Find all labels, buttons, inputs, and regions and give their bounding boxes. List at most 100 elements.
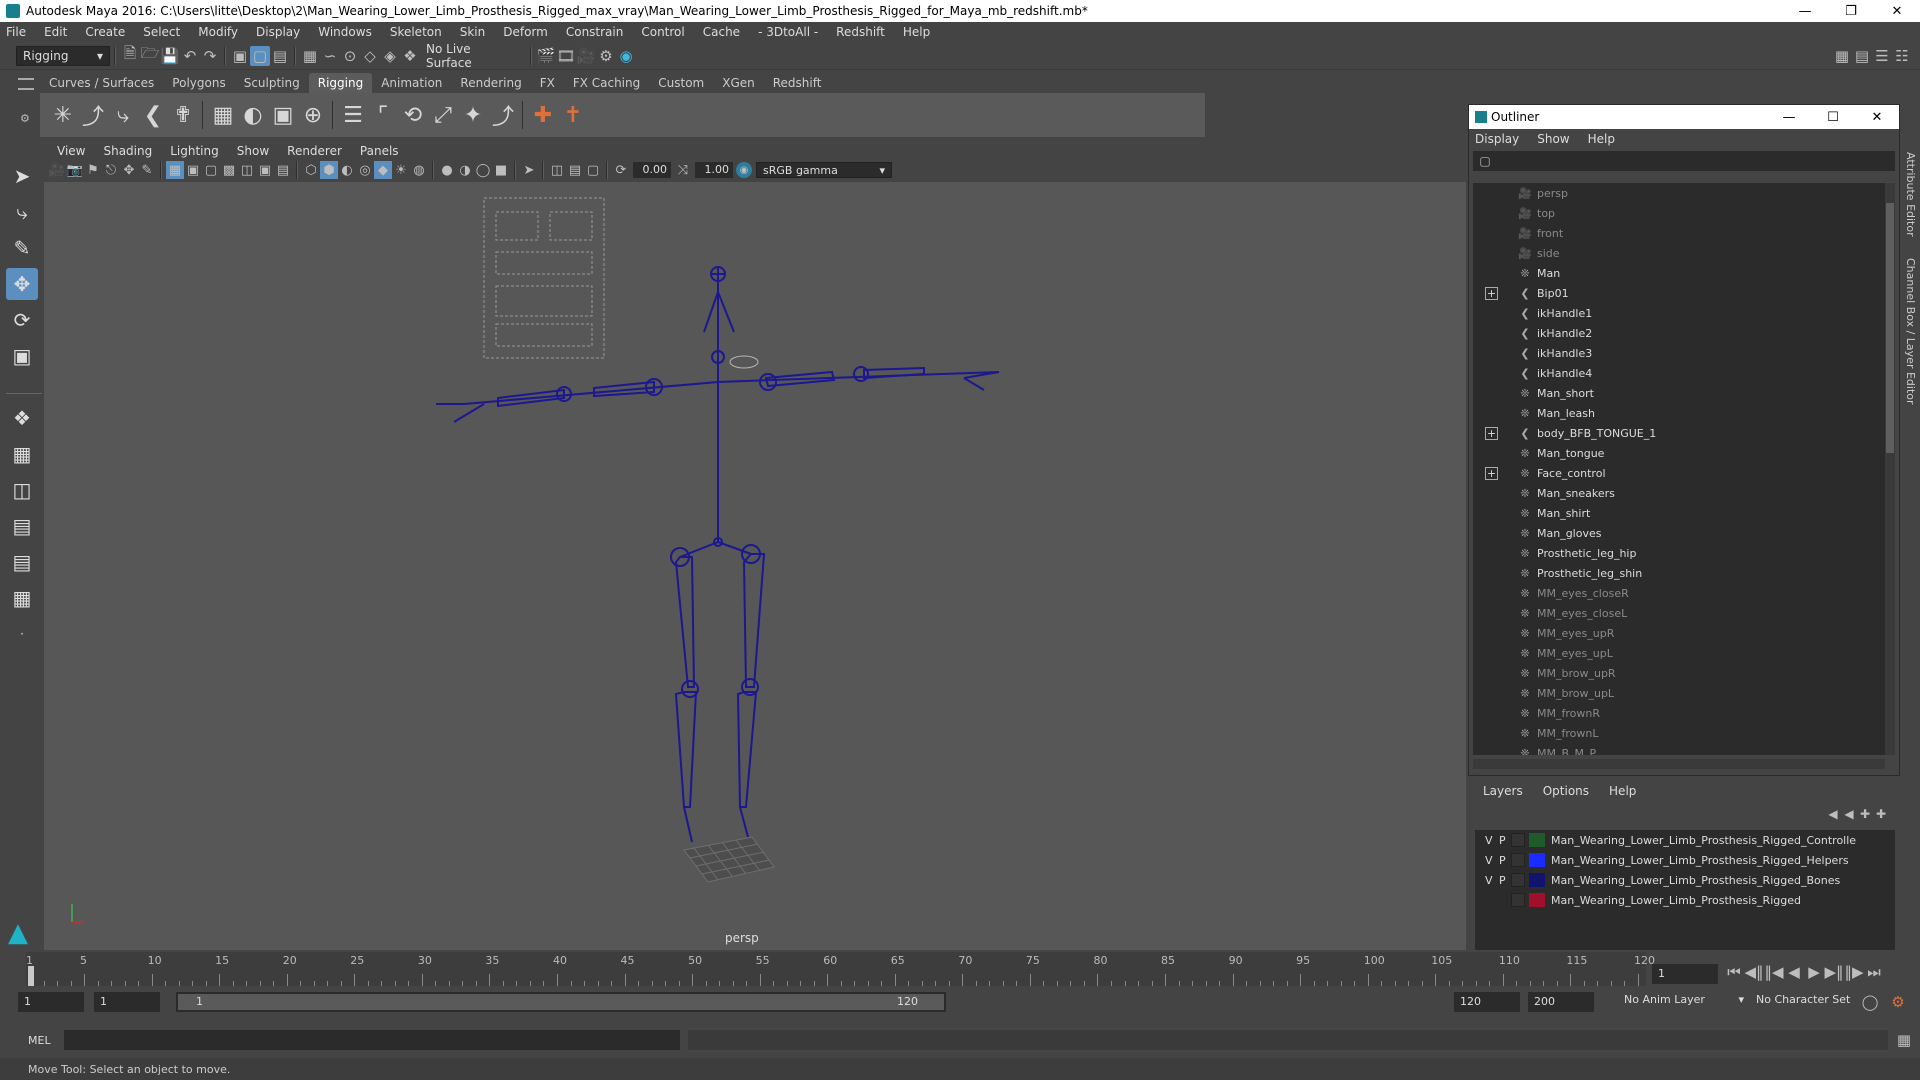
outliner-item[interactable]: ❮ ikHandle1 [1473, 303, 1885, 323]
undo-icon[interactable]: ↶ [180, 46, 200, 66]
outliner-item[interactable]: ❊ Man [1473, 263, 1885, 283]
expand-icon[interactable]: + [1485, 466, 1498, 480]
viewport-menu-view[interactable]: View [57, 144, 85, 158]
outliner-search-input[interactable]: ▢ [1473, 151, 1895, 171]
outliner-scrollbar[interactable] [1885, 183, 1895, 755]
script-editor-icon[interactable]: ▦ [1894, 1030, 1914, 1050]
paint-weights-icon[interactable]: ◐ [238, 100, 268, 130]
lattice-icon[interactable]: ▣ [268, 100, 298, 130]
select-hierarchy-icon[interactable]: ▣ [230, 46, 250, 66]
outliner-persp-layout-icon[interactable]: ▤ [6, 546, 38, 578]
layer-row[interactable]: V P Man_Wearing_Lower_Limb_Prosthesis_Rigg… [1475, 870, 1895, 890]
more-layouts-icon[interactable]: · [6, 618, 38, 650]
new-layer-icon[interactable]: ✚ [1857, 806, 1873, 822]
tab-animation[interactable]: Animation [372, 73, 451, 93]
playhead[interactable] [28, 966, 34, 986]
time-slider[interactable]: 1 5 10 15 20 25 30 35 40 45 50 55 60 65 70 75 80 85 90 95 10… [26, 952, 1655, 986]
layer-menu-help[interactable]: Help [1609, 784, 1636, 798]
open-scene-icon[interactable]: 🗁 [140, 44, 160, 66]
view-transform-selector[interactable]: sRGB gamma ▾ [756, 162, 892, 178]
paint-select-tool-icon[interactable]: ✎ [6, 232, 38, 264]
outliner-item[interactable]: + ❊ Face_control [1473, 463, 1885, 483]
point-constraint-icon[interactable]: ⌜ [368, 100, 398, 130]
tab-redshift[interactable]: Redshift [764, 73, 831, 93]
outliner-item[interactable]: ❊ MM_eyes_closeL [1473, 603, 1885, 623]
menu-cache[interactable]: Cache [703, 25, 740, 39]
outliner-item[interactable]: ❊ MM_frownR [1473, 703, 1885, 723]
menu-select[interactable]: Select [143, 25, 180, 39]
new-layer-selected-icon[interactable]: ✚ [1873, 806, 1889, 822]
scale-constraint-icon[interactable]: ⤢ [428, 100, 458, 130]
layer-color-swatch[interactable] [1529, 893, 1545, 907]
outliner-item[interactable]: ❊ MM_brow_upL [1473, 683, 1885, 703]
outliner-item[interactable]: 🎥 persp [1473, 183, 1885, 203]
viewport-menu-show[interactable]: Show [237, 144, 269, 158]
go-to-start-icon[interactable]: ⏮ [1724, 962, 1744, 982]
layer-display-type-toggle[interactable] [1511, 873, 1525, 887]
render-view-icon[interactable]: 🎞 [556, 46, 576, 66]
exposure-field[interactable]: 0.00 [633, 162, 671, 178]
outliner-maximize-button[interactable]: ☐ [1811, 110, 1855, 125]
outliner-item[interactable]: 🎥 front [1473, 223, 1885, 243]
tab-custom[interactable]: Custom [649, 73, 713, 93]
motion-blur-icon[interactable]: ◑ [456, 161, 474, 179]
xray-joints-icon[interactable]: ◫ [548, 161, 566, 179]
outliner-item[interactable]: + ❮ body_BFB_TONGUE_1 [1473, 423, 1885, 443]
color-management-icon[interactable]: ◉ [736, 162, 752, 178]
aim-constraint-icon[interactable]: ✦ [458, 100, 488, 130]
step-forward-key-icon[interactable]: ▶‖ [1824, 962, 1844, 982]
outliner-minimize-button[interactable]: — [1767, 110, 1811, 125]
shelf-menu-icon[interactable] [18, 78, 34, 90]
humanik-icon[interactable]: ✟ [168, 100, 198, 130]
menu-skin[interactable]: Skin [460, 25, 486, 39]
multisample-aa-icon[interactable]: ◯ [474, 161, 492, 179]
tab-sculpting[interactable]: Sculpting [235, 73, 309, 93]
outliner-close-button[interactable]: ✕ [1855, 110, 1899, 125]
go-to-end-icon[interactable]: ⏭ [1864, 962, 1884, 982]
isolate-select-icon[interactable]: ➤ [520, 161, 538, 179]
grid-icon[interactable]: ▦ [166, 161, 184, 179]
3dtoall-tool-icon[interactable]: ✝ [558, 100, 588, 130]
range-slider-handle[interactable]: 1 120 [178, 994, 944, 1010]
layer-row[interactable]: V P Man_Wearing_Lower_Limb_Prosthesis_Rigg… [1475, 850, 1895, 870]
3dtoall-add-icon[interactable]: ✚ [528, 100, 558, 130]
outliner-menu-show[interactable]: Show [1537, 132, 1569, 146]
outliner-item[interactable]: ❊ MM_eyes_closeR [1473, 583, 1885, 603]
outliner-item[interactable]: + ❮ Bip01 [1473, 283, 1885, 303]
shelf-settings-icon[interactable]: ⚙ [20, 112, 30, 125]
ipr-render-icon[interactable]: 🎥 [576, 46, 596, 66]
step-back-key-icon[interactable]: ‖◀ [1764, 962, 1784, 982]
tab-rendering[interactable]: Rendering [451, 73, 530, 93]
outliner-item[interactable]: 🎥 side [1473, 243, 1885, 263]
outliner-item[interactable]: 🎥 top [1473, 203, 1885, 223]
menu-windows[interactable]: Windows [318, 25, 372, 39]
move-layer-down-icon[interactable]: ◀ [1841, 806, 1857, 822]
film-gate-icon[interactable]: ▣ [184, 161, 202, 179]
outliner-item[interactable]: ❊ Man_sneakers [1473, 483, 1885, 503]
layer-playback-toggle[interactable]: P [1495, 834, 1511, 847]
single-pane-layout-icon[interactable]: ❖ [6, 402, 38, 434]
modeling-toolkit-icon[interactable]: ▦ [1832, 46, 1852, 66]
outliner-item[interactable]: ❊ Man_leash [1473, 403, 1885, 423]
attribute-editor-tab[interactable]: Attribute Editor [1904, 152, 1917, 237]
ik-spline-icon[interactable]: ❮ [138, 100, 168, 130]
wireframe-icon[interactable]: ⬡ [302, 161, 320, 179]
menu-deform[interactable]: Deform [503, 25, 548, 39]
viewport-menu-renderer[interactable]: Renderer [287, 144, 342, 158]
tab-fx-caching[interactable]: FX Caching [564, 73, 649, 93]
channel-box-toggle-icon[interactable]: ☷ [1892, 46, 1912, 66]
menu-constrain[interactable]: Constrain [566, 25, 624, 39]
anim-layer-selector[interactable]: No Anim Layer ▾ [1624, 993, 1744, 1006]
expand-icon[interactable]: + [1485, 286, 1498, 300]
wireframe-on-shaded-icon[interactable]: ◎ [356, 161, 374, 179]
viewport-menu-lighting[interactable]: Lighting [170, 144, 219, 158]
parent-constraint-icon[interactable]: ☰ [338, 100, 368, 130]
attribute-editor-toggle-icon[interactable]: ▤ [1852, 46, 1872, 66]
animation-start-field[interactable]: 1 [18, 992, 84, 1012]
command-language-label[interactable]: MEL [28, 1034, 62, 1047]
pole-vector-icon[interactable]: ⤴ [488, 100, 518, 130]
tab-curves-surfaces[interactable]: Curves / Surfaces [40, 73, 163, 93]
snap-grid-icon[interactable]: ▦ [300, 46, 320, 66]
menu-help[interactable]: Help [903, 25, 930, 39]
2d-pan-zoom-icon[interactable]: ✥ [120, 161, 138, 179]
